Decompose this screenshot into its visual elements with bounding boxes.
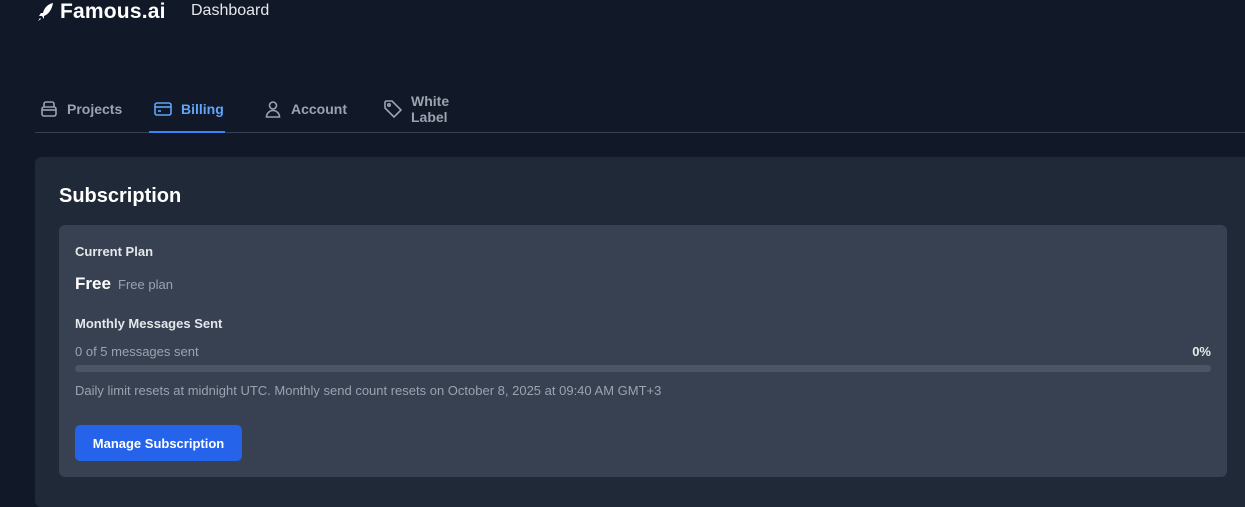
- brand-logo[interactable]: Famous.ai: [38, 0, 166, 24]
- credit-card-icon: [153, 99, 173, 119]
- tab-projects-label: Projects: [67, 101, 123, 117]
- subscription-card: Subscription Current Plan Free Free plan…: [35, 157, 1245, 507]
- tab-projects[interactable]: Projects: [35, 86, 123, 132]
- messages-percent: 0%: [1192, 344, 1211, 359]
- nav-dashboard-link[interactable]: Dashboard: [191, 2, 269, 20]
- current-plan-panel: Current Plan Free Free plan Monthly Mess…: [59, 225, 1227, 477]
- tab-account[interactable]: Account: [259, 86, 347, 132]
- tab-billing-label: Billing: [181, 101, 224, 117]
- monthly-messages-label: Monthly Messages Sent: [75, 316, 223, 331]
- user-icon: [263, 99, 283, 119]
- tab-account-label: Account: [291, 101, 347, 117]
- tab-billing[interactable]: Billing: [149, 86, 225, 133]
- top-bar: Famous.ai Dashboard: [0, 0, 1245, 24]
- reset-note: Daily limit resets at midnight UTC. Mont…: [75, 383, 662, 398]
- tab-white-label-label: White Label: [411, 93, 450, 125]
- tag-icon: [383, 99, 403, 119]
- manage-subscription-button[interactable]: Manage Subscription: [75, 425, 242, 461]
- messages-sent-count: 0 of 5 messages sent: [75, 344, 199, 359]
- plan-description: Free plan: [118, 277, 173, 292]
- current-plan-label: Current Plan: [75, 244, 154, 259]
- brand-name: Famous.ai: [60, 0, 166, 23]
- box-icon: [39, 99, 59, 119]
- settings-tabs: Projects Billing Account White Label: [35, 86, 1245, 133]
- rocket-icon: [38, 2, 54, 22]
- messages-progress-bar: [75, 365, 1211, 372]
- subscription-title: Subscription: [59, 185, 182, 207]
- plan-name: Free: [75, 274, 111, 293]
- tab-white-label[interactable]: White Label: [379, 86, 489, 132]
